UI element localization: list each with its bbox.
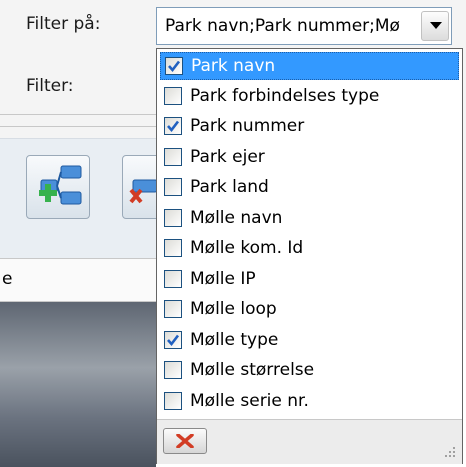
- divider: [0, 126, 156, 127]
- toolbar: [0, 138, 186, 259]
- resize-grip-icon[interactable]: [444, 446, 456, 458]
- filter-option-label: Mølle serie nr.: [190, 390, 309, 411]
- filter-option-label: Mølle kom. Id: [190, 238, 304, 258]
- add-hierarchy-button[interactable]: [26, 155, 90, 219]
- checkbox[interactable]: [164, 178, 182, 196]
- filter-on-label: Filter på:: [26, 14, 101, 34]
- checkbox[interactable]: [164, 361, 182, 379]
- filter-option[interactable]: Mølle kom. Id: [160, 235, 459, 263]
- checkmark-icon: [167, 334, 180, 346]
- filter-option-label: Mølle IP: [190, 268, 256, 289]
- checkbox[interactable]: [164, 269, 182, 288]
- checkbox[interactable]: [164, 208, 182, 227]
- filter-on-combobox-value: Park navn;Park nummer;Mø: [165, 16, 400, 36]
- checkbox-checked[interactable]: [164, 330, 182, 349]
- filter-option[interactable]: Mølle serie nr.: [160, 388, 459, 416]
- filter-option[interactable]: Mølle IP: [160, 266, 459, 294]
- dropdown-footer: [157, 419, 462, 464]
- filter-option[interactable]: Park land: [160, 174, 459, 202]
- delete-hierarchy-icon: [129, 179, 158, 204]
- checkbox[interactable]: [164, 147, 182, 166]
- checkbox-checked[interactable]: [164, 117, 182, 135]
- filter-option[interactable]: Park ejer: [160, 144, 459, 172]
- filter-on-combobox[interactable]: Park navn;Park nummer;Mø: [156, 7, 452, 45]
- checkbox[interactable]: [164, 300, 182, 318]
- filter-option[interactable]: Mølle størrelse: [160, 357, 459, 385]
- checkmark-icon: [167, 120, 180, 133]
- add-hierarchy-icon: [39, 165, 82, 205]
- chevron-down-icon: [430, 22, 442, 29]
- filter-option[interactable]: Park forbindelses type: [160, 83, 459, 111]
- checkbox[interactable]: [164, 391, 182, 410]
- status-text: e: [2, 269, 13, 289]
- filter-option-label: Mølle loop: [190, 299, 277, 319]
- close-dropdown-button[interactable]: [163, 428, 207, 454]
- checkmark-icon: [168, 60, 181, 73]
- filter-label: Filter:: [26, 76, 74, 96]
- checkbox[interactable]: [164, 239, 182, 257]
- background-area: [0, 302, 156, 467]
- close-icon: [176, 434, 194, 448]
- filter-option-label: Park ejer: [190, 146, 265, 167]
- filter-option-label: Mølle navn: [190, 207, 283, 228]
- filter-option-label: Park land: [190, 177, 269, 197]
- filter-option[interactable]: Mølle loop: [160, 296, 459, 324]
- filter-option-label: Mølle størrelse: [190, 360, 315, 380]
- filter-option[interactable]: Park navn: [160, 52, 459, 80]
- checkbox-checked[interactable]: [165, 57, 183, 75]
- filter-option-label: Park forbindelses type: [190, 85, 380, 106]
- filter-option[interactable]: Mølle type: [160, 327, 459, 355]
- filter-option[interactable]: Park nummer: [160, 113, 459, 141]
- filter-dropdown-list[interactable]: Park navn Park forbindelses type Park numm…: [156, 48, 463, 464]
- filter-option-label: Park navn: [191, 56, 276, 76]
- filter-option-label: Park nummer: [190, 116, 305, 136]
- filter-option[interactable]: Mølle navn: [160, 205, 459, 233]
- combobox-dropdown-button[interactable]: [421, 11, 449, 41]
- divider: [0, 114, 156, 115]
- status-strip: e: [0, 258, 156, 302]
- filter-option-label: Mølle type: [190, 329, 279, 350]
- checkbox[interactable]: [164, 86, 182, 105]
